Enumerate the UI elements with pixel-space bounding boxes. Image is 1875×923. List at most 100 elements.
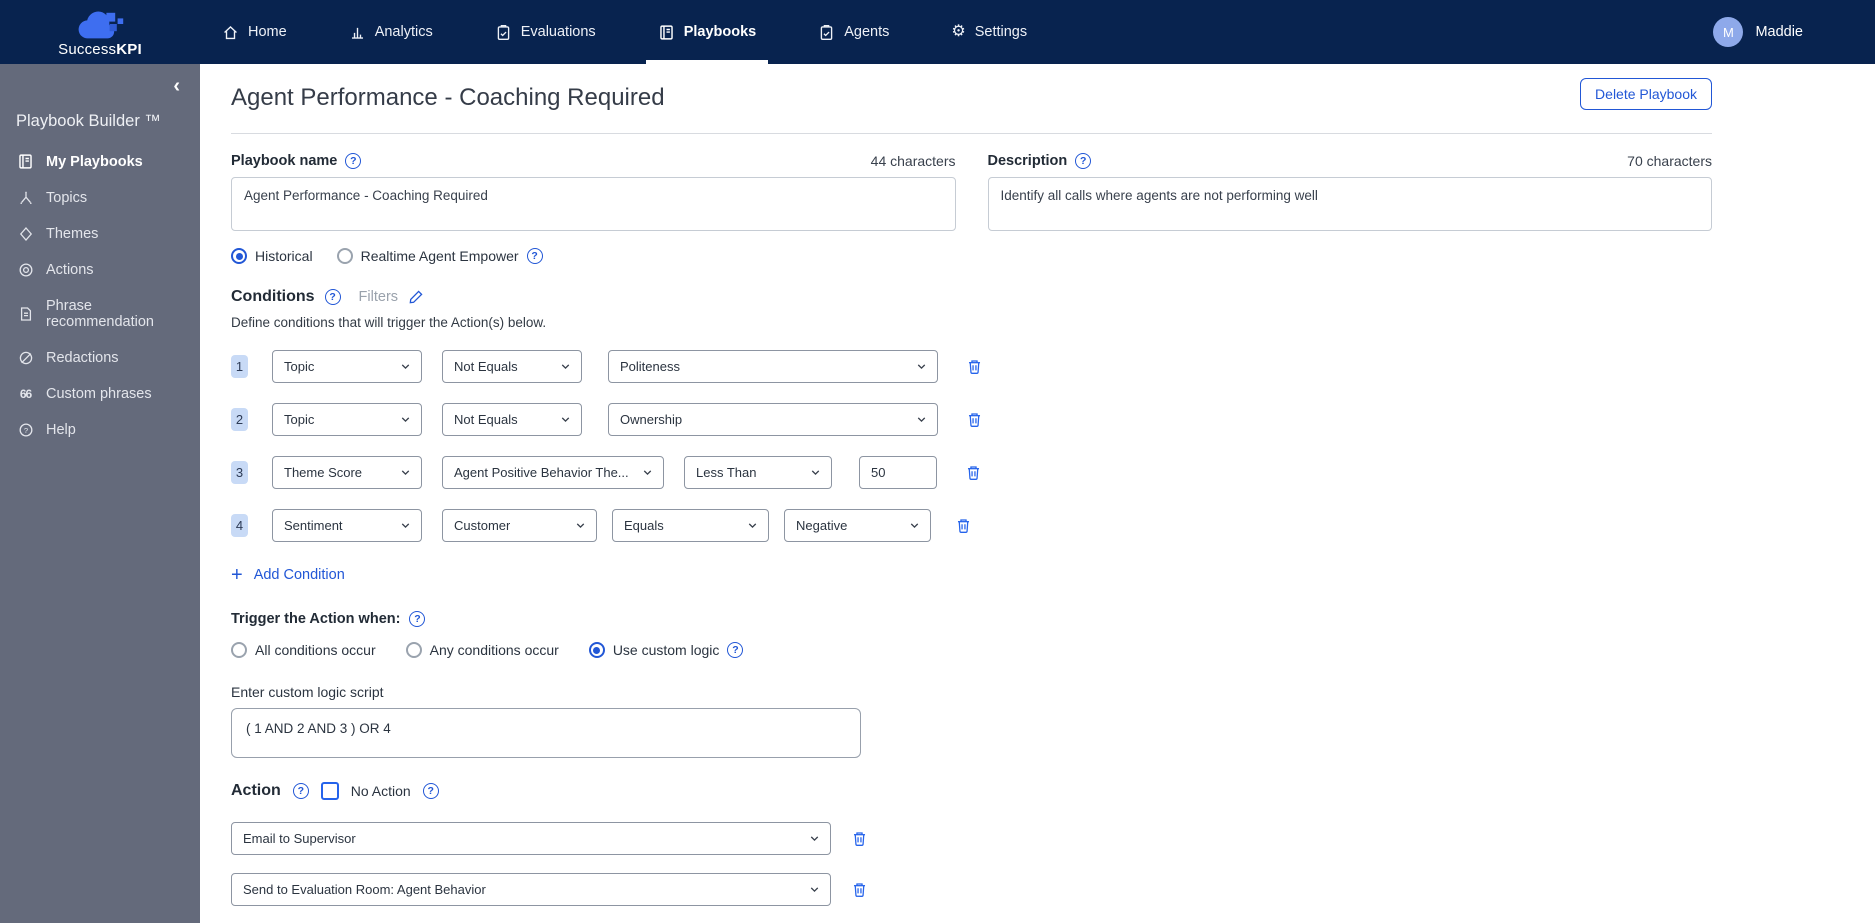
condition-theme-select[interactable]: Agent Positive Behavior The... <box>442 456 664 489</box>
chevron-down-icon <box>917 364 926 370</box>
condition-operator-select[interactable]: Equals <box>612 509 769 542</box>
condition-number: 3 <box>231 461 248 484</box>
sidebar-item-themes[interactable]: Themes <box>0 216 200 252</box>
trash-icon-button[interactable] <box>966 358 983 375</box>
sidebar-item-label: Topics <box>46 190 88 206</box>
help-icon[interactable]: ? <box>727 642 744 658</box>
book-icon <box>16 153 35 170</box>
radio-label: Any conditions occur <box>429 642 559 658</box>
condition-type-select[interactable]: Topic <box>272 350 422 383</box>
help-circle-icon: ? <box>16 422 35 438</box>
nav-item-agents[interactable]: Agents <box>810 0 897 64</box>
primary-nav: Home Analytics Evaluations Playbooks Age… <box>214 0 1035 64</box>
brand-logo[interactable]: SuccessKPI <box>0 0 200 64</box>
chevron-down-icon <box>643 470 652 476</box>
help-icon[interactable]: ? <box>1075 153 1092 169</box>
sidebar-item-redactions[interactable]: Redactions <box>0 340 200 376</box>
cloud-logo-icon <box>78 11 124 39</box>
help-icon[interactable]: ? <box>409 611 426 627</box>
help-icon[interactable]: ? <box>292 783 309 799</box>
playbooks-icon <box>659 24 673 40</box>
radio-label: Historical <box>255 248 313 264</box>
collapse-sidebar-icon[interactable]: ‹ <box>173 76 180 96</box>
sidebar: ‹ Playbook Builder ™ My Playbooks Topics… <box>0 64 200 923</box>
chevron-down-icon <box>748 523 757 529</box>
action-select[interactable]: Email to Supervisor <box>231 822 831 855</box>
playbook-name-label: Playbook name? <box>231 153 362 169</box>
radio-all-conditions[interactable]: All conditions occur <box>231 642 376 658</box>
add-condition-button[interactable]: + Add Condition <box>231 565 345 585</box>
action-row-1: Email to Supervisor <box>231 822 1712 855</box>
trash-icon-button[interactable] <box>851 830 868 847</box>
chevron-down-icon <box>401 470 410 476</box>
condition-number: 2 <box>231 408 248 431</box>
nav-item-home[interactable]: Home <box>214 0 295 64</box>
chevron-down-icon <box>917 417 926 423</box>
nav-item-analytics[interactable]: Analytics <box>341 0 441 64</box>
help-icon[interactable]: ? <box>422 783 439 799</box>
radio-realtime-agent-empower[interactable]: Realtime Agent Empower ? <box>336 248 543 264</box>
chevron-down-icon <box>401 417 410 423</box>
chevron-down-icon <box>401 523 410 529</box>
sidebar-title: Playbook Builder ™ <box>16 112 161 130</box>
radio-label: Realtime Agent Empower <box>360 248 519 264</box>
nav-item-settings[interactable]: ⚙ Settings <box>943 0 1035 64</box>
trash-icon-button[interactable] <box>965 464 982 481</box>
trash-icon-button[interactable] <box>966 411 983 428</box>
sidebar-item-custom-phrases[interactable]: 66 Custom phrases <box>0 376 200 412</box>
no-action-checkbox[interactable] <box>320 782 339 800</box>
custom-logic-input[interactable]: ( 1 AND 2 AND 3 ) OR 4 <box>231 708 861 758</box>
user-menu[interactable]: M Maddie <box>1713 0 1803 64</box>
playbook-name-input[interactable]: Agent Performance - Coaching Required <box>231 177 956 231</box>
radio-label: Use custom logic <box>612 642 720 658</box>
sidebar-item-actions[interactable]: Actions <box>0 252 200 288</box>
sidebar-item-label: Help <box>46 422 76 438</box>
condition-operator-select[interactable]: Not Equals <box>442 350 582 383</box>
condition-row-3: 3 Theme Score Agent Positive Behavior Th… <box>231 456 1712 489</box>
sidebar-item-phrase-recommendation[interactable]: Phrase recommendation <box>0 288 200 340</box>
nav-item-evaluations[interactable]: Evaluations <box>487 0 604 64</box>
conditions-subtitle: Define conditions that will trigger the … <box>231 315 547 330</box>
condition-row-2: 2 Topic Not Equals Ownership <box>231 403 1712 436</box>
condition-type-select[interactable]: Theme Score <box>272 456 422 489</box>
condition-type-select[interactable]: Sentiment <box>272 509 422 542</box>
condition-threshold-input[interactable]: 50 <box>859 456 937 489</box>
topics-icon <box>16 190 35 206</box>
condition-number: 4 <box>231 514 248 537</box>
nav-item-playbooks[interactable]: Playbooks <box>645 0 768 64</box>
help-icon[interactable]: ? <box>324 289 341 305</box>
sidebar-item-help[interactable]: ? Help <box>0 412 200 448</box>
filters-label[interactable]: Filters <box>359 289 398 305</box>
radio-any-conditions[interactable]: Any conditions occur <box>405 642 559 658</box>
condition-row-1: 1 Topic Not Equals Politeness <box>231 350 1712 383</box>
divider <box>231 133 1712 134</box>
condition-value-select[interactable]: Ownership <box>608 403 938 436</box>
radio-unselected-icon <box>231 642 247 658</box>
radio-historical[interactable]: Historical <box>231 248 313 264</box>
sidebar-item-topics[interactable]: Topics <box>0 180 200 216</box>
action-row-2: Send to Evaluation Room: Agent Behavior <box>231 873 1712 906</box>
delete-playbook-button[interactable]: Delete Playbook <box>1580 78 1712 110</box>
action-select[interactable]: Send to Evaluation Room: Agent Behavior <box>231 873 831 906</box>
trash-icon-button[interactable] <box>955 517 972 534</box>
radio-unselected-icon <box>405 642 422 658</box>
condition-operator-select[interactable]: Not Equals <box>442 403 582 436</box>
help-icon[interactable]: ? <box>345 153 362 169</box>
help-icon[interactable]: ? <box>526 248 543 264</box>
condition-value-select[interactable]: Politeness <box>608 350 938 383</box>
radio-use-custom-logic[interactable]: Use custom logic ? <box>588 642 744 658</box>
trash-icon-button[interactable] <box>851 881 868 898</box>
radio-selected-icon <box>588 642 605 658</box>
condition-operator-select[interactable]: Less Than <box>684 456 832 489</box>
condition-value-select[interactable]: Negative <box>784 509 931 542</box>
description-input[interactable]: Identify all calls where agents are not … <box>987 177 1712 231</box>
edit-filters-icon[interactable] <box>408 289 424 305</box>
sidebar-item-my-playbooks[interactable]: My Playbooks <box>0 143 200 180</box>
brand-name: SuccessKPI <box>58 41 142 58</box>
quotes-icon: 66 <box>19 387 32 401</box>
sidebar-item-label: Actions <box>46 262 94 278</box>
condition-type-select[interactable]: Topic <box>272 403 422 436</box>
custom-logic-label: Enter custom logic script <box>231 684 384 700</box>
condition-speaker-select[interactable]: Customer <box>442 509 597 542</box>
sidebar-item-label: Themes <box>46 226 99 242</box>
